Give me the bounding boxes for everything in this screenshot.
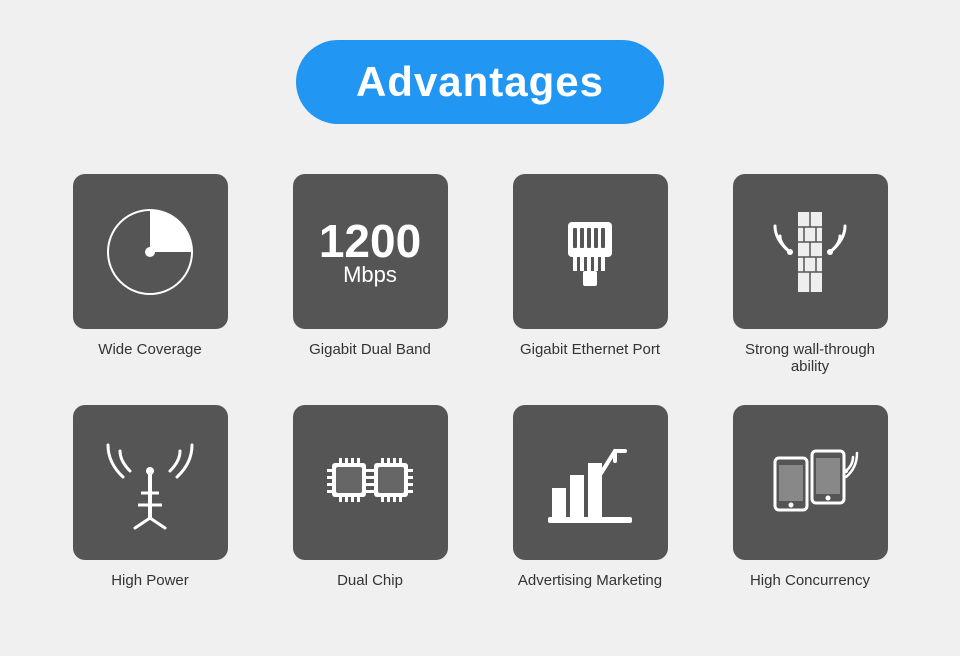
ethernet-icon: [540, 202, 640, 302]
item-gigabit-ethernet: Gigabit Ethernet Port: [510, 174, 670, 375]
title-badge: Advantages: [296, 40, 664, 124]
icon-box-gigabit-ethernet: [513, 174, 668, 329]
coverage-icon: [100, 202, 200, 302]
icon-box-advertising-marketing: [513, 405, 668, 560]
mbps-display: 1200 Mbps: [319, 218, 421, 286]
item-label-wall-through: Strong wall-through ability: [730, 341, 890, 375]
item-label-gigabit-dual-band: Gigabit Dual Band: [309, 341, 431, 358]
item-high-power: High Power: [70, 405, 230, 589]
item-label-high-concurrency: High Concurrency: [750, 572, 870, 589]
item-gigabit-dual-band: 1200 Mbps Gigabit Dual Band: [290, 174, 450, 375]
item-advertising-marketing: Advertising Marketing: [510, 405, 670, 589]
chip-icon: [320, 433, 420, 533]
icon-box-gigabit-dual-band: 1200 Mbps: [293, 174, 448, 329]
item-label-dual-chip: Dual Chip: [337, 572, 403, 589]
icon-box-high-power: [73, 405, 228, 560]
item-wall-through: Strong wall-through ability: [730, 174, 890, 375]
item-label-gigabit-ethernet: Gigabit Ethernet Port: [520, 341, 660, 358]
features-grid: Wide Coverage 1200 Mbps Gigabit Dual Ban…: [70, 174, 890, 589]
item-high-concurrency: High Concurrency: [730, 405, 890, 589]
icon-box-wide-coverage: [73, 174, 228, 329]
marketing-icon: [540, 433, 640, 533]
item-label-wide-coverage: Wide Coverage: [98, 341, 201, 358]
item-label-high-power: High Power: [111, 572, 189, 589]
item-label-advertising-marketing: Advertising Marketing: [518, 572, 662, 589]
item-wide-coverage: Wide Coverage: [70, 174, 230, 375]
icon-box-dual-chip: [293, 405, 448, 560]
item-dual-chip: Dual Chip: [290, 405, 450, 589]
antenna-icon: [100, 433, 200, 533]
mbps-number: 1200: [319, 218, 421, 264]
wall-through-icon: [760, 202, 860, 302]
concurrency-icon: [760, 433, 860, 533]
icon-box-high-concurrency: [733, 405, 888, 560]
page-title: Advantages: [356, 58, 604, 106]
icon-box-wall-through: [733, 174, 888, 329]
mbps-unit: Mbps: [319, 264, 421, 286]
